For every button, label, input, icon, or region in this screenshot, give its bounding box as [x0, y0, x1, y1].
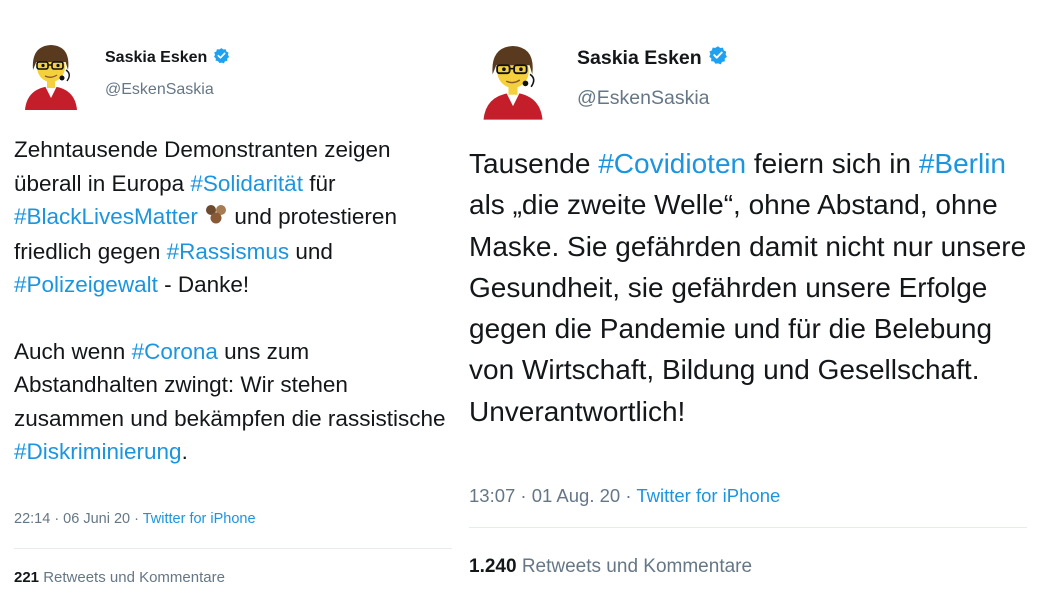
tweet-paragraph: Zehntausende Demonstranten zeigen überal… [14, 133, 454, 302]
tweet-source-link[interactable]: Twitter for iPhone [636, 485, 780, 506]
hashtag-link[interactable]: #Diskriminierung [14, 439, 182, 464]
avatar[interactable] [21, 40, 81, 110]
retweet-count: 221 [14, 569, 40, 586]
hashtag-link[interactable]: #Berlin [919, 148, 1006, 179]
tweet-paragraph: Tausende #Covidioten feiern sich in #Ber… [469, 143, 1039, 432]
text-run: für [302, 170, 336, 196]
tweet-card[interactable]: Saskia Esken @EskenSaskia Zehntausende D… [0, 0, 455, 595]
verified-badge-icon [708, 45, 728, 71]
text-run: Auch wenn [14, 338, 132, 364]
tweet-card[interactable]: Saskia Esken @EskenSaskia Tausende #Covi… [455, 0, 1039, 595]
retweet-label: Retweets und Kommentare [516, 556, 753, 577]
retweet-stats[interactable]: 221 Retweets und Kommentare [14, 569, 225, 586]
text-run: und [289, 238, 333, 264]
hashtag-link[interactable]: #Polizeigewalt [14, 272, 158, 297]
tweet-paragraph: Auch wenn #Corona uns zum Abstandhalten … [14, 335, 454, 469]
text-run: als „die zweite Welle“, ohne Abstand, oh… [469, 189, 1027, 427]
author-handle[interactable]: @EskenSaskia [577, 87, 728, 110]
hashtag-link[interactable]: #Covidioten [598, 148, 746, 179]
text-run: feiern sich in [746, 148, 919, 179]
author-handle[interactable]: @EskenSaskia [105, 81, 230, 99]
author-name[interactable]: Saskia Esken [577, 47, 702, 70]
text-run: - Danke! [157, 272, 250, 298]
author-name[interactable]: Saskia Esken [105, 49, 207, 67]
tweet-header: Saskia Esken @EskenSaskia [21, 40, 230, 110]
hashtag-link[interactable]: #Rassismus [167, 239, 290, 264]
avatar[interactable] [479, 40, 547, 120]
retweet-count: 1.240 [469, 556, 517, 577]
tweet-timestamp: 22:14 · 06 Juni 20 · Twitter for iPhone [14, 511, 256, 527]
hashtag-link[interactable]: #Solidarität [190, 171, 303, 196]
tweet-time[interactable]: 13:07 · 01 Aug. 20 · [469, 485, 636, 506]
hashtag-link[interactable]: #Corona [132, 339, 218, 364]
tweet-header: Saskia Esken @EskenSaskia [479, 40, 728, 120]
raised-fist-icon [204, 201, 228, 235]
tweet-time[interactable]: 22:14 · 06 Juni 20 · [14, 511, 143, 527]
text-run: . [181, 439, 188, 465]
tweet-source-link[interactable]: Twitter for iPhone [143, 511, 256, 527]
text-run: Tausende [469, 148, 599, 179]
retweet-stats[interactable]: 1.240 Retweets und Kommentare [469, 556, 752, 578]
verified-badge-icon [213, 47, 230, 69]
tweet-timestamp: 13:07 · 01 Aug. 20 · Twitter for iPhone [469, 485, 780, 507]
hashtag-link[interactable]: #BlackLivesMatter [14, 204, 198, 229]
divider [14, 548, 452, 549]
divider [469, 527, 1027, 528]
retweet-label: Retweets und Kommentare [39, 569, 225, 586]
tweet-text: Zehntausende Demonstranten zeigen überal… [14, 133, 454, 469]
tweet-text: Tausende #Covidioten feiern sich in #Ber… [469, 143, 1039, 432]
